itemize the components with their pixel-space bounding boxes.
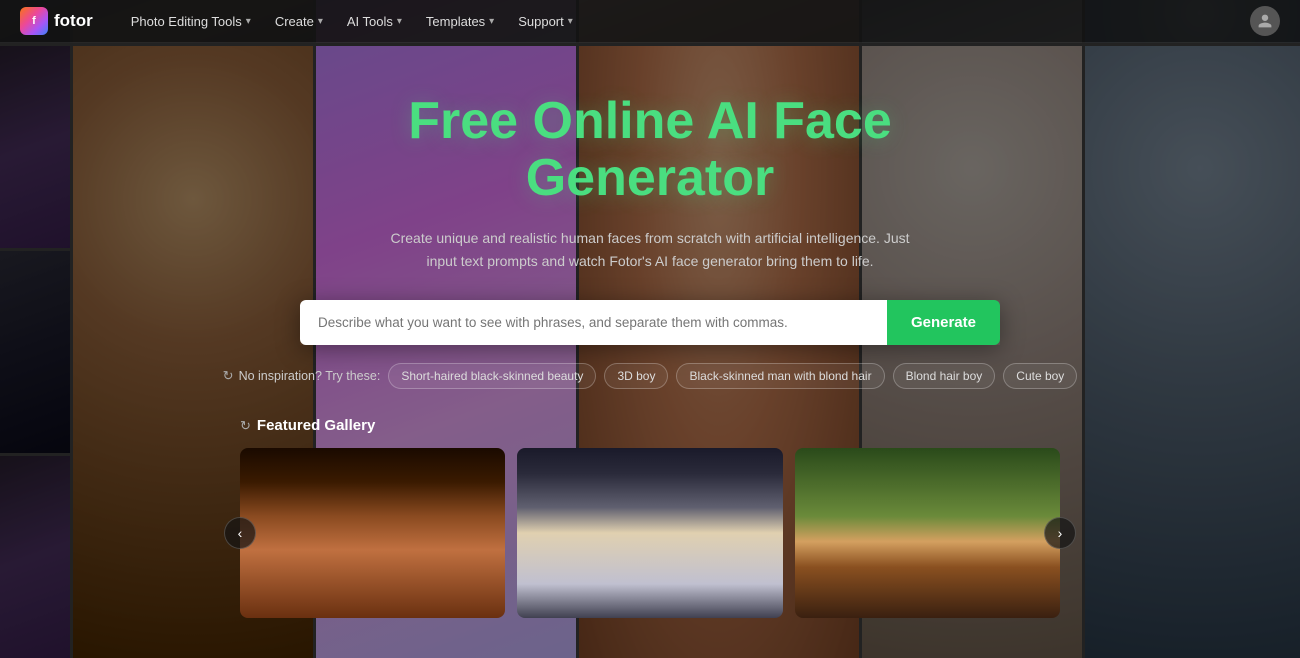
gallery-header: ↻ Featured Gallery [240,417,1060,434]
suggestions-row: ↻ No inspiration? Try these: Short-haire… [223,363,1078,389]
gallery-card-3[interactable] [795,448,1060,618]
gallery-nav-left[interactable]: ‹ [224,517,256,549]
gallery-card-1[interactable] [240,448,505,618]
nav-item-create[interactable]: Create ▾ [265,8,333,35]
gallery-nav-right[interactable]: › [1044,517,1076,549]
gallery-row: ‹ › [240,448,1060,618]
gallery-title: Featured Gallery [257,417,375,434]
logo-icon: f [20,7,48,35]
nav-item-templates[interactable]: Templates ▾ [416,8,504,35]
chevron-down-icon: ▾ [318,16,323,27]
nav-items: Photo Editing Tools ▾ Create ▾ AI Tools … [121,8,1250,35]
refresh-icon: ↻ [223,368,234,384]
featured-gallery: ↻ Featured Gallery ‹ › [240,417,1060,618]
chip-4[interactable]: Cute boy [1003,363,1077,389]
gallery-card-2[interactable] [517,448,782,618]
gallery-refresh-icon: ↻ [240,418,251,434]
hero-title: Free Online AI Face Generator [408,93,892,207]
nav-item-photo-editing[interactable]: Photo Editing Tools ▾ [121,8,261,35]
nav-item-support[interactable]: Support ▾ [508,8,583,35]
user-avatar[interactable] [1250,6,1280,36]
chevron-down-icon: ▾ [397,16,402,27]
hero-section: Free Online AI Face Generator Create uni… [0,43,1300,658]
generate-button[interactable]: Generate [887,300,1000,345]
chip-1[interactable]: 3D boy [604,363,668,389]
main-nav: f fotor Photo Editing Tools ▾ Create ▾ A… [0,0,1300,43]
chevron-down-icon: ▾ [489,16,494,27]
nav-right [1250,6,1280,36]
nav-item-ai-tools[interactable]: AI Tools ▾ [337,8,412,35]
suggestion-label: ↻ No inspiration? Try these: [223,368,381,384]
logo[interactable]: f fotor [20,7,93,35]
logo-text: fotor [54,11,93,31]
chip-2[interactable]: Black-skinned man with blond hair [676,363,884,389]
user-icon [1257,13,1273,29]
chip-0[interactable]: Short-haired black-skinned beauty [388,363,596,389]
chevron-down-icon: ▾ [568,16,573,27]
hero-subtitle: Create unique and realistic human faces … [390,227,910,272]
chip-3[interactable]: Blond hair boy [893,363,996,389]
prompt-search-bar: Generate [300,300,1000,345]
chevron-down-icon: ▾ [246,16,251,27]
prompt-input[interactable] [300,300,887,345]
